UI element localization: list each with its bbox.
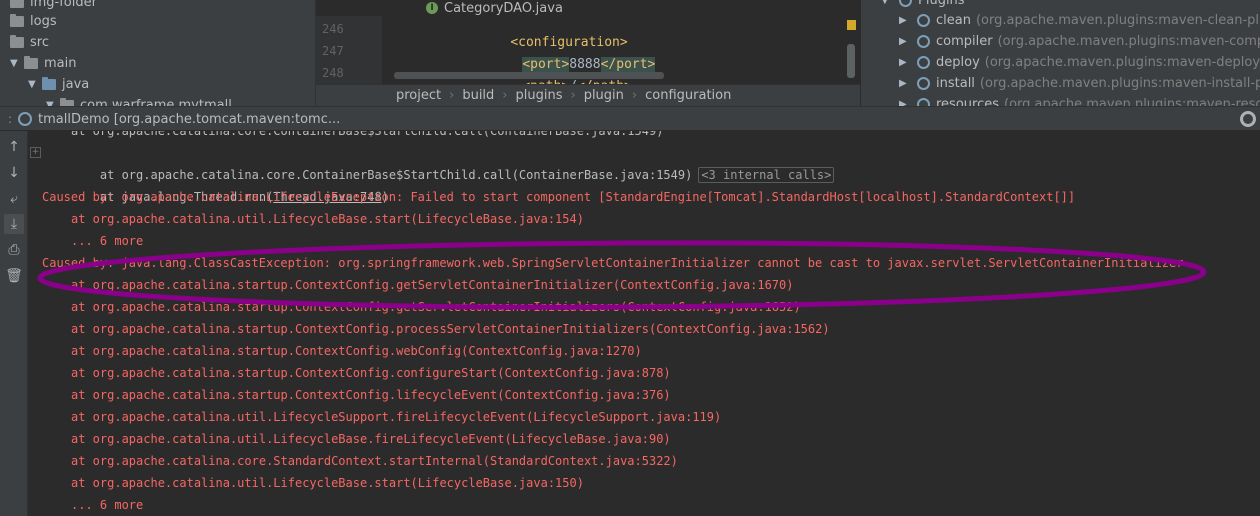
plugin-name: compiler — [936, 34, 993, 49]
console-line: at org.apache.catalina.util.LifecycleBas… — [71, 476, 584, 490]
plugin-coords: (org.apache.maven.plugins:maven-clean-pl… — [975, 13, 1260, 28]
line-number-gutter: 246 247 248 — [316, 16, 382, 84]
console-line: at org.apache.catalina.startup.ContextCo… — [71, 278, 794, 292]
console-line: at org.apache.catalina.core.ContainerBas… — [71, 131, 664, 138]
maven-projects-panel: ▼ Plugins ▶ clean (org.apache.maven.plug… — [860, 0, 1260, 106]
print-icon[interactable]: ⎙ — [4, 240, 24, 260]
plugin-name: clean — [936, 13, 971, 28]
tree-item-label: com.warframe.mytmall — [80, 98, 232, 106]
expand-fold-icon[interactable]: + — [30, 147, 41, 158]
plugin-icon — [917, 35, 930, 48]
console-line: at org.apache.catalina.util.LifecycleBas… — [71, 212, 584, 226]
maven-run-icon — [18, 112, 33, 126]
plugin-name: install — [936, 76, 975, 91]
maven-plugin-install[interactable]: ▶ install (org.apache.maven.plugins:mave… — [899, 73, 1260, 94]
tree-item-java[interactable]: ▼ java — [28, 74, 89, 95]
project-tree: img-folder logs src ▼ main ▼ java ▼ com.… — [0, 0, 315, 106]
tree-item-src[interactable]: src — [10, 32, 49, 53]
chevron-right-icon[interactable]: ▶ — [899, 15, 913, 26]
up-arrow-icon[interactable]: ↑ — [4, 137, 24, 157]
vertical-scrollbar[interactable] — [847, 44, 855, 78]
breadcrumb-configuration[interactable]: configuration — [645, 88, 731, 103]
console-output[interactable]: + at org.apache.catalina.core.ContainerB… — [28, 131, 1260, 516]
console-line: at org.apache.catalina.core.ContainerBas… — [71, 142, 835, 183]
console-line: at org.apache.catalina.startup.ContextCo… — [71, 300, 801, 314]
chevron-right-icon[interactable]: ▶ — [899, 57, 913, 68]
down-arrow-icon[interactable]: ↓ — [4, 163, 24, 183]
chevron-right-icon[interactable]: ▶ — [899, 99, 913, 106]
line-number: 248 — [322, 66, 344, 80]
plugin-name: deploy — [936, 55, 980, 70]
horizontal-scrollbar[interactable] — [394, 72, 664, 79]
folder-icon — [24, 56, 38, 69]
console-line: at org.apache.catalina.startup.ContextCo… — [71, 344, 642, 358]
console-line: at org.apache.catalina.startup.ContextCo… — [71, 366, 671, 380]
breadcrumb: project › build › plugins › plugin › configu… — [316, 84, 860, 106]
tree-item-main[interactable]: ▼ main — [10, 53, 76, 74]
breadcrumb-plugins[interactable]: plugins — [516, 88, 563, 103]
plugin-coords: (org.apache.maven.plugins:maven-compiler… — [997, 34, 1260, 49]
tree-item-logs[interactable]: logs — [10, 11, 57, 32]
plugin-name: resources — [936, 97, 1000, 106]
editor-tab-categorydao[interactable]: I CategoryDAO.java — [426, 0, 563, 16]
console-line: at java.lang.Thread.run(Thread.java:748) — [71, 164, 389, 204]
console-line: at org.apache.catalina.util.LifecycleBas… — [71, 432, 671, 446]
line-number: 246 — [322, 22, 344, 36]
maven-plugins-label: Plugins — [918, 0, 965, 8]
code-editor[interactable]: I CategoryDAO.java 246 247 248 <configur… — [315, 0, 860, 106]
console-line: at org.apache.catalina.util.LifecycleSup… — [71, 410, 722, 424]
breadcrumb-plugin[interactable]: plugin — [584, 88, 624, 103]
console-line: at org.apache.catalina.core.StandardCont… — [71, 454, 678, 468]
editor-tab-label: CategoryDAO.java — [444, 0, 563, 16]
tree-item-label: src — [30, 35, 49, 50]
folder-icon — [10, 0, 24, 8]
folder-icon — [10, 35, 24, 48]
console-line-caused-by: Caused by: org.apache.catalina.Lifecycle… — [42, 190, 1076, 204]
maven-plugin-compiler[interactable]: ▶ compiler (org.apache.maven.plugins:mav… — [899, 31, 1260, 52]
chevron-down-icon[interactable]: ▼ — [28, 79, 42, 90]
maven-plugin-resources[interactable]: ▶ resources (org.apache.maven.plugins:ma… — [899, 94, 1260, 106]
run-panel-header: : tmallDemo [org.apache.tomcat.maven:tom… — [0, 106, 1260, 131]
console-line: at org.apache.catalina.startup.ContextCo… — [71, 388, 671, 402]
tree-item-label: java — [62, 77, 90, 92]
run-toolbar: ↑ ↓ ⤶ ⤓ ⎙ 🗑 — [0, 131, 28, 516]
plugin-coords: (org.apache.maven.plugins:maven-deploy-p… — [984, 55, 1260, 70]
plugin-icon — [917, 14, 930, 27]
run-tab-tmalldemo[interactable]: : tmallDemo [org.apache.tomcat.maven:tom… — [8, 107, 340, 131]
tree-item-label: main — [44, 56, 77, 71]
chevron-down-icon[interactable]: ▼ — [881, 0, 895, 6]
console-line: ... 6 more — [71, 234, 144, 248]
maven-plugin-clean[interactable]: ▶ clean (org.apache.maven.plugins:maven-… — [899, 10, 1260, 31]
scroll-to-end-icon[interactable]: ⤓ — [4, 214, 24, 234]
trash-icon[interactable]: 🗑 — [4, 266, 24, 286]
plugin-coords: (org.apache.maven.plugins:maven-install-… — [979, 76, 1260, 91]
plugin-icon — [917, 77, 930, 90]
warning-marker[interactable] — [847, 20, 856, 30]
plugin-icon — [917, 56, 930, 69]
console-line: ... 6 more — [71, 498, 144, 512]
maven-plugin-deploy[interactable]: ▶ deploy (org.apache.maven.plugins:maven… — [899, 52, 1260, 73]
plugin-icon — [917, 98, 930, 106]
line-number: 247 — [322, 44, 344, 58]
tree-item-label: logs — [30, 14, 57, 29]
soft-wrap-icon[interactable]: ⤶ — [4, 189, 24, 209]
chevron-right-icon[interactable]: ▶ — [899, 36, 913, 47]
folder-icon — [10, 14, 24, 27]
breadcrumb-build[interactable]: build — [462, 88, 494, 103]
console-line-caused-by: Caused by: java.lang.ClassCastException:… — [42, 256, 1184, 270]
source-folder-icon — [42, 77, 56, 90]
settings-gear-icon[interactable] — [1240, 111, 1256, 127]
chevron-down-icon[interactable]: ▼ — [10, 58, 24, 69]
chevron-right-icon[interactable]: ▶ — [899, 78, 913, 89]
plugin-coords: (org.apache.maven.plugins:maven-resource… — [1004, 97, 1260, 106]
breadcrumb-project[interactable]: project — [396, 88, 441, 103]
tree-item-package[interactable]: ▼ com.warframe.mytmall — [46, 95, 232, 106]
internal-calls-fold[interactable]: <3 internal calls> — [698, 167, 835, 183]
tree-item-label: img-folder — [30, 0, 97, 10]
plugins-icon — [899, 0, 912, 7]
console-line: at org.apache.catalina.startup.ContextCo… — [71, 322, 830, 336]
interface-icon: I — [426, 2, 438, 14]
run-tab-label: tmallDemo [org.apache.tomcat.maven:tomc.… — [38, 111, 341, 127]
run-tab-left-marker: : — [8, 112, 13, 126]
